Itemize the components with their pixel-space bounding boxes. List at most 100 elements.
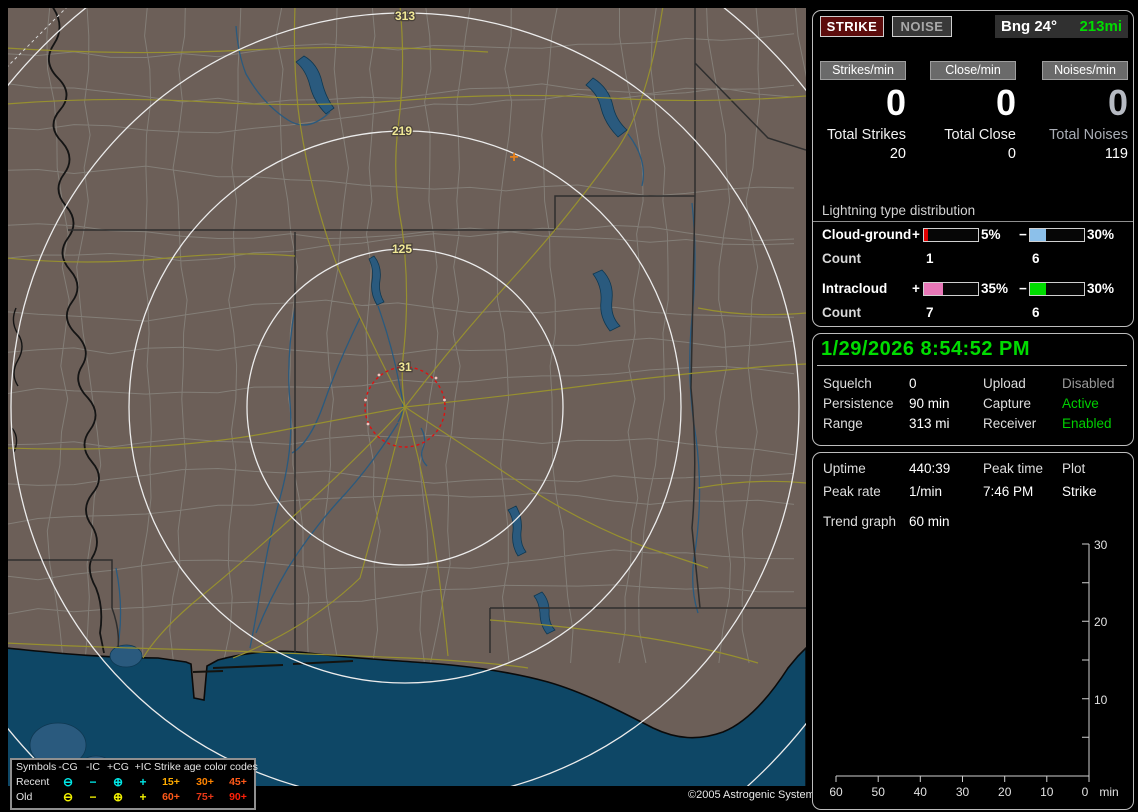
x-axis-ticks <box>835 776 1090 782</box>
squelch-value: 0 <box>909 376 917 391</box>
legend-col-cg-pos: +CG <box>107 761 129 773</box>
strike-marker-icon: + <box>509 149 518 166</box>
trend-chart: 30 20 10 60 50 40 30 20 10 0 min <box>829 538 1118 799</box>
capture-status: Active <box>1062 396 1099 411</box>
close-per-min-button[interactable]: Close/min <box>930 61 1016 80</box>
cg-positive-pct: 5% <box>981 227 1001 242</box>
x-tick-0: 0 <box>1082 785 1089 799</box>
y-tick-20: 20 <box>1094 615 1108 629</box>
y-axis-ticks <box>1082 543 1089 738</box>
legend-col-ic-neg: -IC <box>86 761 100 773</box>
uptime-label: Uptime <box>823 461 866 476</box>
cg-negative-bar <box>1029 228 1085 242</box>
map-legend: Symbols -CG -IC +CG +IC Strike age color… <box>10 758 258 810</box>
peak-time-label: Peak time <box>983 461 1044 476</box>
legend-col-ic-pos: +IC <box>134 761 152 773</box>
peak-rate-value: 1/min <box>909 484 943 499</box>
cg-positive-count: 1 <box>926 251 934 266</box>
plot-mode-value: Strike <box>1062 484 1097 499</box>
age-code-45: 45+ <box>229 776 247 788</box>
age-code-30: 30+ <box>196 776 214 788</box>
ic-negative-count: 6 <box>1032 305 1040 320</box>
ic-positive-bar <box>923 282 979 296</box>
x-tick-20: 20 <box>998 785 1012 799</box>
ic-positive-count: 7 <box>926 305 934 320</box>
trend-graph-window: 60 min <box>909 514 950 529</box>
cg-pos-recent-icon: ⊕ <box>112 775 124 789</box>
ic-negative-bar-fill <box>1030 283 1047 295</box>
ring-label-219: 219 <box>392 124 412 138</box>
upload-status: Disabled <box>1062 376 1115 391</box>
total-close-label: Total Close <box>944 127 1016 143</box>
plus-sign: + <box>912 281 920 296</box>
intracloud-row: Intracloud + 35% − 30% <box>813 281 1133 296</box>
close-counter-column: Close/min 0 Total Close 0 <box>930 61 1016 162</box>
ic-neg-recent-icon: − <box>89 775 97 789</box>
total-strikes-label: Total Strikes <box>827 127 906 143</box>
receiver-status: Enabled <box>1062 416 1112 431</box>
map-canvas[interactable]: 313 219 125 31 + <box>8 8 806 786</box>
plot-label: Plot <box>1062 461 1086 476</box>
peak-rate-label: Peak rate <box>823 484 881 499</box>
cg-negative-count: 6 <box>1032 251 1040 266</box>
bearing-readout: Bng 24° 213mi <box>995 15 1128 38</box>
trend-axes <box>836 544 1090 777</box>
minus-sign: − <box>1019 227 1027 242</box>
cloud-ground-row: Cloud-ground + 5% − 30% <box>813 227 1133 242</box>
peak-time-value: 7:46 PM <box>983 484 1034 499</box>
squelch-label: Squelch <box>823 376 872 391</box>
range-label: Range <box>823 416 863 431</box>
age-code-75: 75+ <box>196 791 214 803</box>
bearing-distance: 213mi <box>1079 18 1122 35</box>
persistence-label: Persistence <box>823 396 894 411</box>
cg-pos-old-icon: ⊕ <box>112 790 124 804</box>
range-value: 313 mi <box>909 416 950 431</box>
ic-positive-pct: 35% <box>981 281 1009 296</box>
noises-per-min-button[interactable]: Noises/min <box>1042 61 1128 80</box>
age-code-60: 60+ <box>162 791 180 803</box>
x-tick-50: 50 <box>872 785 886 799</box>
ic-pos-recent-icon: + <box>139 775 147 789</box>
y-tick-10: 10 <box>1094 693 1108 707</box>
total-strikes-value: 20 <box>889 146 906 162</box>
ring-label-125: 125 <box>392 242 412 256</box>
upload-label: Upload <box>983 376 1026 391</box>
strikes-per-min-button[interactable]: Strikes/min <box>820 61 906 80</box>
datetime-display: 1/29/2026 8:54:52 PM <box>821 338 1031 360</box>
cg-negative-bar-fill <box>1030 229 1047 241</box>
noise-mode-button[interactable]: NOISE <box>892 16 952 37</box>
receiver-label: Receiver <box>983 416 1037 431</box>
count-label: Count <box>822 305 861 320</box>
cg-neg-old-icon: ⊖ <box>62 790 74 804</box>
capture-label: Capture <box>983 396 1032 411</box>
copyright-text: ©2005 Astrogenic Systems <box>688 789 821 801</box>
strikes-rate-value: 0 <box>885 82 906 123</box>
ic-negative-pct: 30% <box>1087 281 1115 296</box>
count-label: Count <box>822 251 861 266</box>
strike-mode-button[interactable]: STRIKE <box>820 16 884 37</box>
plus-sign: + <box>912 227 920 242</box>
age-code-15: 15+ <box>162 776 180 788</box>
ring-label-313: 313 <box>395 9 415 23</box>
minus-sign: − <box>1019 281 1027 296</box>
ic-pos-old-icon: + <box>139 790 147 804</box>
datetime-divider <box>817 365 1127 366</box>
ic-positive-bar-fill <box>924 283 943 295</box>
x-axis-labels: 60 50 40 30 20 10 0 min <box>829 785 1118 799</box>
strike-counters-panel: STRIKE NOISE Bng 24° 213mi Strikes/min 0… <box>812 10 1134 327</box>
bearing-value: Bng 24° <box>1001 18 1058 35</box>
close-rate-value: 0 <box>995 82 1016 123</box>
cg-neg-recent-icon: ⊖ <box>62 775 74 789</box>
uptime-value: 440:39 <box>909 461 951 476</box>
legend-header-row: Symbols -CG -IC +CG +IC Strike age color… <box>12 760 258 775</box>
y-axis-labels: 30 20 10 <box>1094 538 1108 707</box>
intracloud-label: Intracloud <box>822 281 888 296</box>
legend-old-row: Old ⊖ − ⊕ + 60+ 75+ 90+ <box>12 790 254 805</box>
legend-symbols-label: Symbols <box>16 761 57 773</box>
trend-panel: Uptime 440:39 Peak time Plot Peak rate 1… <box>812 452 1134 810</box>
total-close-value: 0 <box>1007 146 1016 162</box>
legend-old-label: Old <box>16 791 33 803</box>
total-noises-label: Total Noises <box>1049 127 1128 143</box>
persistence-value: 90 min <box>909 396 950 411</box>
noises-counter-column: Noises/min 0 Total Noises 119 <box>1042 61 1128 162</box>
